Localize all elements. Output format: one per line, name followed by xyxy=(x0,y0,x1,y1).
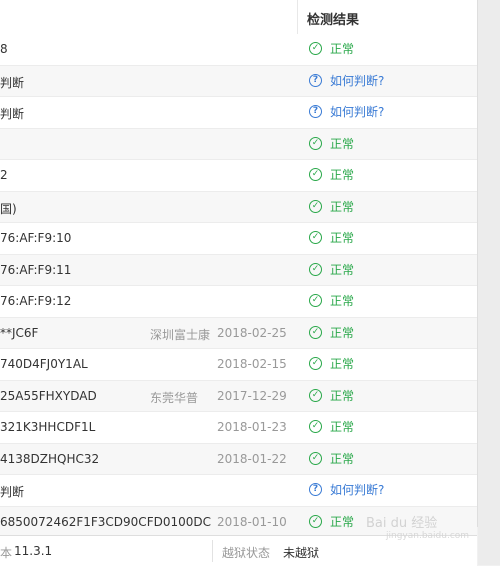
row-value: 6850072462F1F3CD90CFD0100DC xyxy=(0,514,211,529)
row-value: 8 xyxy=(0,42,8,56)
result-normal: ✓ 正常 xyxy=(309,324,354,341)
table-body: 8 ✓ 正常 判断? 如何判断? 判断? 如何判断? ✓ 正常 2 ✓ 正常 国) ✓ 正常 76:AF:F9… xyxy=(0,34,477,538)
check-circle-icon: ✓ xyxy=(309,231,322,244)
table-row: 76:AF:F9:12 ✓ 正常 xyxy=(0,286,477,318)
row-value: 2 xyxy=(0,168,8,182)
result-column-title: 检测结果 xyxy=(307,13,360,28)
row-value: 判断 xyxy=(0,485,25,499)
table-row: 321K3HHCDF1L 2018-01-23 ✓ 正常 xyxy=(0,412,477,444)
result-text: 如何判断? xyxy=(330,73,385,88)
watermark-text: Bai du 经验 xyxy=(366,516,438,531)
check-circle-icon: ✓ xyxy=(309,357,322,370)
table-row: 判断? 如何判断? xyxy=(0,65,477,97)
result-normal: ✓ 正常 xyxy=(309,387,354,404)
row-value: 76:AF:F9:12 xyxy=(0,294,72,308)
table-row: 判断? 如何判断? xyxy=(0,97,477,129)
result-normal: ✓ 正常 xyxy=(309,135,354,152)
result-text: 正常 xyxy=(330,451,355,466)
row-value: 判断 xyxy=(0,75,25,90)
watermark-sub: jingyan.baidu.com xyxy=(386,531,470,541)
result-text: 正常 xyxy=(330,514,355,529)
check-circle-icon: ✓ xyxy=(309,294,322,307)
table-row: 76:AF:F9:11 ✓ 正常 xyxy=(0,254,477,286)
result-text: 正常 xyxy=(330,294,355,308)
row-date: 2018-02-15 xyxy=(217,357,287,371)
jailbreak-value: 未越狱 xyxy=(283,546,320,560)
result-text: 正常 xyxy=(330,420,355,434)
result-normal: ✓ 正常 xyxy=(309,450,354,467)
result-normal: ✓ 正常 xyxy=(309,355,354,372)
check-circle-icon: ✓ xyxy=(309,420,322,433)
check-circle-icon: ✓ xyxy=(309,451,322,465)
result-text: 如何判断? xyxy=(330,483,385,497)
result-normal: ✓ 正常 xyxy=(309,513,354,530)
version-value: 11.3.1 xyxy=(14,544,53,558)
check-circle-icon: ✓ xyxy=(309,199,322,213)
result-normal: ✓ 正常 xyxy=(309,229,354,246)
result-text: 正常 xyxy=(330,136,355,151)
result-text: 如何判断? xyxy=(330,105,385,119)
result-normal: ✓ 正常 xyxy=(309,166,354,183)
question-circle-icon: ? xyxy=(309,105,322,118)
check-circle-icon: ✓ xyxy=(309,262,322,276)
row-value: 4138DZHQHC32 xyxy=(0,451,100,466)
result-text: 正常 xyxy=(330,325,355,340)
row-value: 25A55FHXYDAD xyxy=(0,388,97,403)
row-value: 321K3HHCDF1L xyxy=(0,420,96,434)
table-row: ✓ 正常 xyxy=(0,128,477,160)
table-row: 判断? 如何判断? xyxy=(0,475,477,507)
footer-divider xyxy=(212,540,213,562)
result-normal: ✓ 正常 xyxy=(309,261,354,278)
row-value: 740D4FJ0Y1AL xyxy=(0,357,88,371)
row-vendor: 东莞华普 xyxy=(150,390,199,405)
result-normal: ✓ 正常 xyxy=(309,418,354,435)
check-circle-icon: ✓ xyxy=(309,514,322,528)
row-date: 2018-01-22 xyxy=(217,451,287,466)
table-header: 检测结果 xyxy=(0,0,477,35)
row-date: 2017-12-29 xyxy=(217,388,287,403)
row-date: 2018-01-10 xyxy=(217,514,287,529)
check-circle-icon: ✓ xyxy=(309,42,322,55)
table-row: **JC6F 深圳富士康 2018-02-25 ✓ 正常 xyxy=(0,317,477,349)
check-circle-icon: ✓ xyxy=(309,325,322,339)
result-normal: ✓ 正常 xyxy=(309,292,354,309)
check-circle-icon: ✓ xyxy=(309,388,322,402)
row-value: 76:AF:F9:11 xyxy=(0,262,72,277)
result-normal: ✓ 正常 xyxy=(309,198,354,215)
detection-table-panel: 检测结果 8 ✓ 正常 判断? 如何判断? 判断? 如何判断? ✓ 正常 2 ✓ 正常 国) ✓ 正常 76:… xyxy=(0,0,478,538)
result-text: 正常 xyxy=(330,357,355,371)
row-value: 国) xyxy=(0,201,17,216)
table-row: 4138DZHQHC32 2018-01-22 ✓ 正常 xyxy=(0,443,477,475)
question-circle-icon: ? xyxy=(309,73,322,87)
table-row: 2 ✓ 正常 xyxy=(0,160,477,192)
result-how-to-judge-link[interactable]: ? 如何判断? xyxy=(309,72,384,89)
check-circle-icon: ✓ xyxy=(309,168,322,181)
question-circle-icon: ? xyxy=(309,483,322,496)
row-date: 2018-01-23 xyxy=(217,420,287,434)
row-vendor: 深圳富士康 xyxy=(150,327,211,342)
row-value: 判断 xyxy=(0,107,25,121)
result-normal: ✓ 正常 xyxy=(309,40,354,57)
result-text: 正常 xyxy=(330,199,355,214)
result-text: 正常 xyxy=(330,168,355,182)
table-row: 740D4FJ0Y1AL 2018-02-15 ✓ 正常 xyxy=(0,349,477,381)
right-scroll-area xyxy=(478,0,500,565)
table-row: 76:AF:F9:10 ✓ 正常 xyxy=(0,223,477,255)
row-value: **JC6F xyxy=(0,325,39,340)
result-how-to-judge-link[interactable]: ? 如何判断? xyxy=(309,103,384,120)
result-text: 正常 xyxy=(330,262,355,277)
table-row: 25A55FHXYDAD 东莞华普 2017-12-29 ✓ 正常 xyxy=(0,380,477,412)
baidu-watermark: Bai du 经验 jingyan.baidu.com xyxy=(366,512,469,541)
result-text: 正常 xyxy=(330,388,355,403)
result-text: 正常 xyxy=(330,231,355,245)
row-date: 2018-02-25 xyxy=(217,325,287,340)
table-row: 国) ✓ 正常 xyxy=(0,191,477,223)
table-row: 8 ✓ 正常 xyxy=(0,34,477,66)
row-value: 76:AF:F9:10 xyxy=(0,231,72,245)
version-label: 本 xyxy=(0,546,13,560)
jailbreak-label: 越狱状态 xyxy=(222,546,271,560)
result-how-to-judge-link[interactable]: ? 如何判断? xyxy=(309,481,384,498)
result-text: 正常 xyxy=(330,42,355,56)
check-circle-icon: ✓ xyxy=(309,136,322,150)
